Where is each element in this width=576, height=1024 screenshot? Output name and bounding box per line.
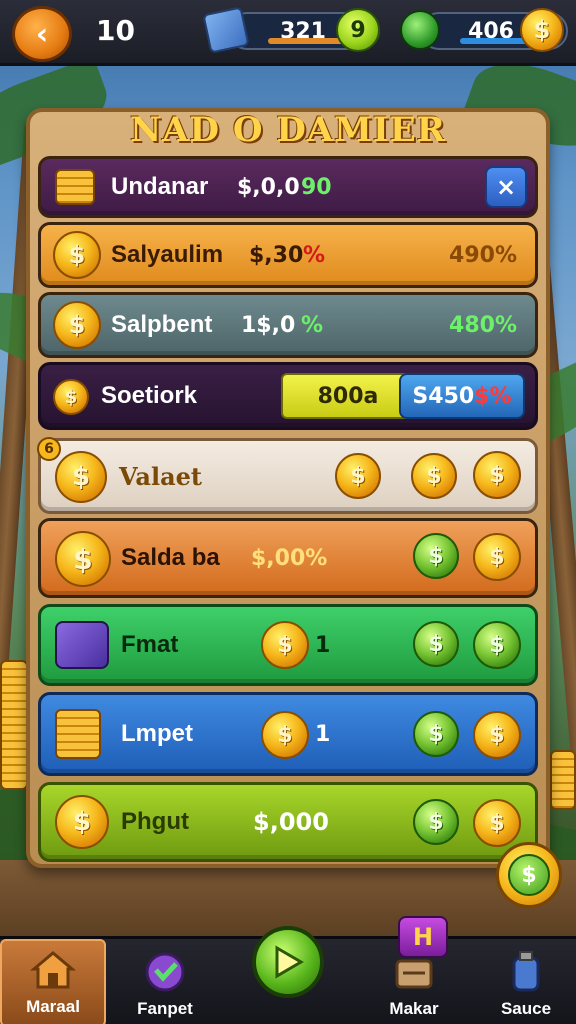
coin-icon: $	[53, 301, 101, 349]
row-label: Soetiork	[101, 382, 198, 409]
coin-icon: $	[261, 621, 309, 669]
top-bar: ‹ 10 321 9 406 $	[0, 0, 576, 66]
shop-row[interactable]: $ Phgut $,000 $ $	[38, 782, 538, 862]
price-button[interactable]: S450 $%	[399, 373, 525, 419]
refresh-coin-icon: $	[508, 854, 550, 896]
green-coin-icon[interactable]: $	[413, 533, 459, 579]
coin-icon[interactable]: $	[473, 711, 521, 759]
nav-home[interactable]: Maraal	[0, 939, 106, 1024]
row-value: $,00%	[251, 545, 328, 571]
coin-icon: $	[55, 531, 111, 587]
row-value-extra: %	[303, 242, 326, 268]
play-icon	[275, 945, 304, 979]
nav-tab-2[interactable]: Fanpet	[112, 939, 218, 1024]
house-icon	[28, 947, 78, 993]
coin-icon[interactable]: $	[473, 451, 521, 499]
green-gem-icon	[400, 10, 440, 50]
row-label: Salpbent	[111, 311, 213, 338]
play-button[interactable]	[252, 926, 324, 998]
player-level: 10	[96, 14, 135, 47]
row-value-extra: 90	[301, 174, 332, 200]
row-percent: 490%	[449, 242, 517, 268]
nav-label: Maraal	[26, 997, 80, 1016]
shop-row: $ Soetiork 800a S450 $%	[38, 362, 538, 430]
shop-row[interactable]: $ Salda ba $,00% $ $	[38, 518, 538, 598]
coin-icon: $	[55, 795, 109, 849]
shop-row[interactable]: Lmpet $ 1 $ $	[38, 692, 538, 776]
row-label: Salda ba	[121, 544, 220, 571]
row-label: Fmat	[121, 631, 179, 658]
coin-stack-icon	[55, 169, 95, 205]
tool-icon	[55, 621, 109, 669]
gem-box-icon	[202, 6, 250, 54]
row-percent: 480%	[449, 312, 517, 338]
coin-icon: $	[53, 231, 101, 279]
resource-2-coin-icon: $	[520, 8, 564, 52]
nav-label: Sauce	[500, 999, 552, 1018]
row-label: Salyaulim	[111, 241, 224, 268]
coin-icon: $	[53, 379, 89, 415]
resource-1-progress	[268, 38, 348, 44]
panel-title: NAD O DAMIER	[130, 110, 446, 150]
back-button[interactable]: ‹	[12, 6, 72, 62]
green-coin-icon[interactable]: $	[413, 799, 459, 845]
coin-icon[interactable]: $	[473, 533, 521, 581]
shop-row[interactable]: $ Salyaulim $,30 % 490%	[38, 222, 538, 288]
row-label: Undanar	[111, 173, 209, 200]
row-label: Lmpet	[121, 720, 193, 747]
coin-icon[interactable]: $	[411, 453, 457, 499]
buy-button[interactable]: 800a	[281, 373, 415, 419]
green-coin-icon[interactable]: $	[413, 621, 459, 667]
gift-heart-icon	[140, 949, 190, 995]
row-value: 1	[315, 632, 331, 658]
resource-1-badge: 9	[336, 8, 380, 52]
close-button[interactable]: ×	[485, 166, 527, 208]
nav-label: Fanpet	[137, 999, 193, 1018]
row-value: 1$,0	[241, 312, 296, 338]
potion-jar-icon	[501, 949, 551, 995]
row-label: Valaet	[119, 461, 202, 491]
row-value-extra: %	[301, 312, 324, 338]
coin-icon: $	[261, 711, 309, 759]
shop-row[interactable]: 6 $ Valaet $ $ $	[37, 437, 538, 514]
chevron-left-icon: ‹	[35, 16, 49, 52]
currency-exchange-button[interactable]: $	[496, 842, 562, 908]
resource-2-progress	[460, 38, 530, 44]
coin-stack-icon	[55, 709, 101, 759]
row-label: Phgut	[121, 808, 189, 835]
row-value: $,0,0	[237, 174, 300, 200]
nav-tab-5[interactable]: Sauce	[476, 939, 576, 1024]
row-value: $,30	[249, 242, 304, 268]
close-icon: ×	[495, 173, 517, 201]
shop-row[interactable]: Fmat $ 1 $ $	[38, 604, 538, 686]
green-coin-icon[interactable]: $	[413, 711, 459, 757]
row-value: $,000	[253, 808, 329, 836]
coin-icon[interactable]: $	[473, 799, 521, 847]
count-badge: 6	[37, 437, 61, 461]
coin-icon: $	[55, 451, 107, 503]
nav-label: Makar	[389, 999, 439, 1018]
shop-row[interactable]: $ Salpbent 1$,0 % 480%	[38, 292, 538, 358]
notification-badge[interactable]: H	[398, 916, 448, 958]
row-value: 1	[315, 721, 331, 747]
green-coin-icon[interactable]: $	[473, 621, 521, 669]
shop-row[interactable]: Undanar $,0,0 90 ×	[38, 156, 538, 218]
coin-icon[interactable]: $	[335, 453, 381, 499]
